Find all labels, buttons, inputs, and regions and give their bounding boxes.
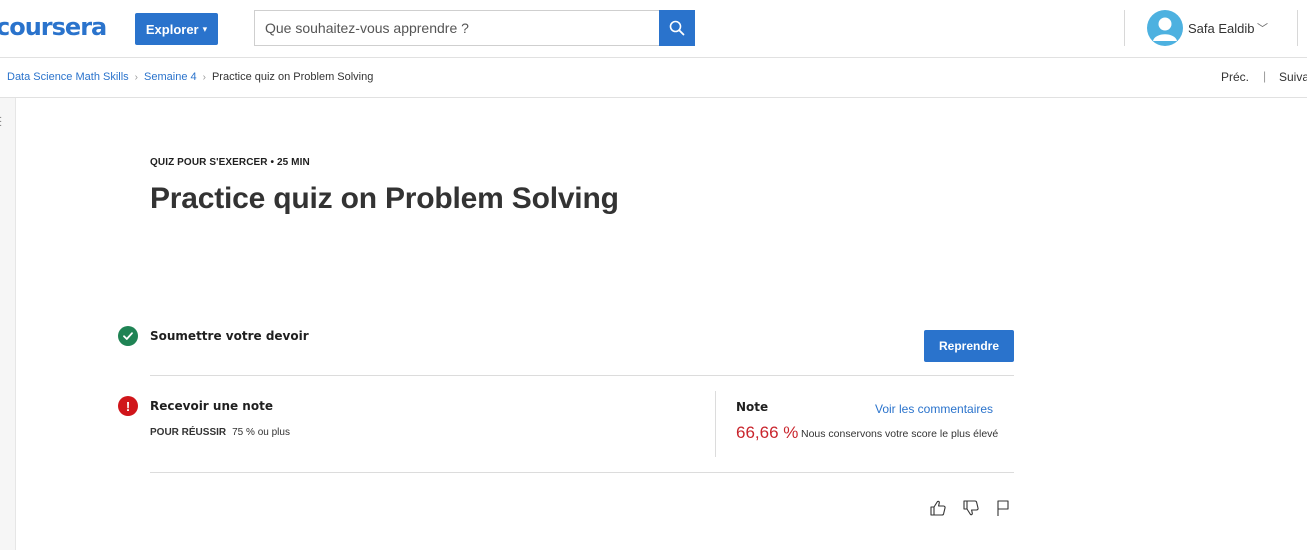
quiz-kicker: QUIZ POUR S'EXERCER • 25 MIN [150, 157, 310, 168]
pass-key: POUR RÉUSSIR [150, 427, 227, 438]
section-divider [150, 375, 1014, 376]
breadcrumb: Data Science Math Skills › Semaine 4 › P… [7, 71, 373, 83]
alert-circle-icon: ! [118, 396, 138, 416]
breadcrumb-bar: Data Science Math Skills › Semaine 4 › P… [0, 58, 1307, 98]
header-divider [1124, 10, 1125, 46]
pass-value: 75 % ou plus [232, 427, 290, 438]
chevron-down-icon: ▾ [202, 23, 208, 34]
user-name[interactable]: Safa Ealdib [1188, 21, 1255, 36]
view-feedback-link[interactable]: Voir les commentaires [875, 402, 993, 416]
pass-requirement: POUR RÉUSSIR 75 % ou plus [150, 427, 290, 438]
search-input[interactable] [265, 20, 649, 36]
user-avatar-icon[interactable] [1147, 10, 1183, 46]
thumbs-down-icon[interactable] [961, 498, 981, 518]
grade-heading: Note [736, 400, 769, 414]
left-sidebar-rail: ··· [0, 98, 16, 550]
breadcrumb-chevron-icon: › [134, 71, 139, 83]
user-menu-chevron-icon[interactable]: ﹀ [1257, 20, 1268, 36]
score-note: Nous conservons votre score le plus élev… [801, 428, 999, 440]
breadcrumb-chevron-icon: › [202, 71, 206, 83]
page-title: Practice quiz on Problem Solving [150, 182, 619, 215]
retake-button[interactable]: Reprendre [924, 330, 1014, 362]
score-value: 66,66 % [736, 423, 799, 442]
search-field[interactable] [254, 10, 659, 46]
header-right-divider [1297, 10, 1298, 46]
section-divider [150, 472, 1014, 473]
receive-grade-label: Recevoir une note [150, 399, 273, 413]
grade-divider [715, 391, 716, 457]
next-link[interactable]: Suiva [1279, 70, 1307, 84]
check-circle-icon [118, 326, 138, 346]
explore-button[interactable]: Explorer ▾ [135, 13, 218, 45]
coursera-logo[interactable]: coursera [0, 13, 107, 41]
top-header: coursera Explorer ▾ Safa Ealdib ﹀ [0, 0, 1307, 58]
nav-separator: | [1263, 69, 1267, 83]
breadcrumb-current: Practice quiz on Problem Solving [211, 71, 374, 83]
breadcrumb-week[interactable]: Semaine 4 [144, 71, 197, 83]
breadcrumb-course[interactable]: Data Science Math Skills [7, 71, 129, 83]
explore-label: Explorer [145, 21, 199, 37]
search-icon [669, 20, 685, 36]
submit-assignment-label: Soumettre votre devoir [150, 329, 309, 343]
search-button[interactable] [659, 10, 695, 46]
previous-link[interactable]: Préc. [1221, 70, 1249, 84]
sidebar-toggle-icon[interactable]: ··· [0, 113, 2, 131]
thumbs-up-icon[interactable] [928, 498, 948, 518]
flag-icon[interactable] [993, 498, 1013, 518]
